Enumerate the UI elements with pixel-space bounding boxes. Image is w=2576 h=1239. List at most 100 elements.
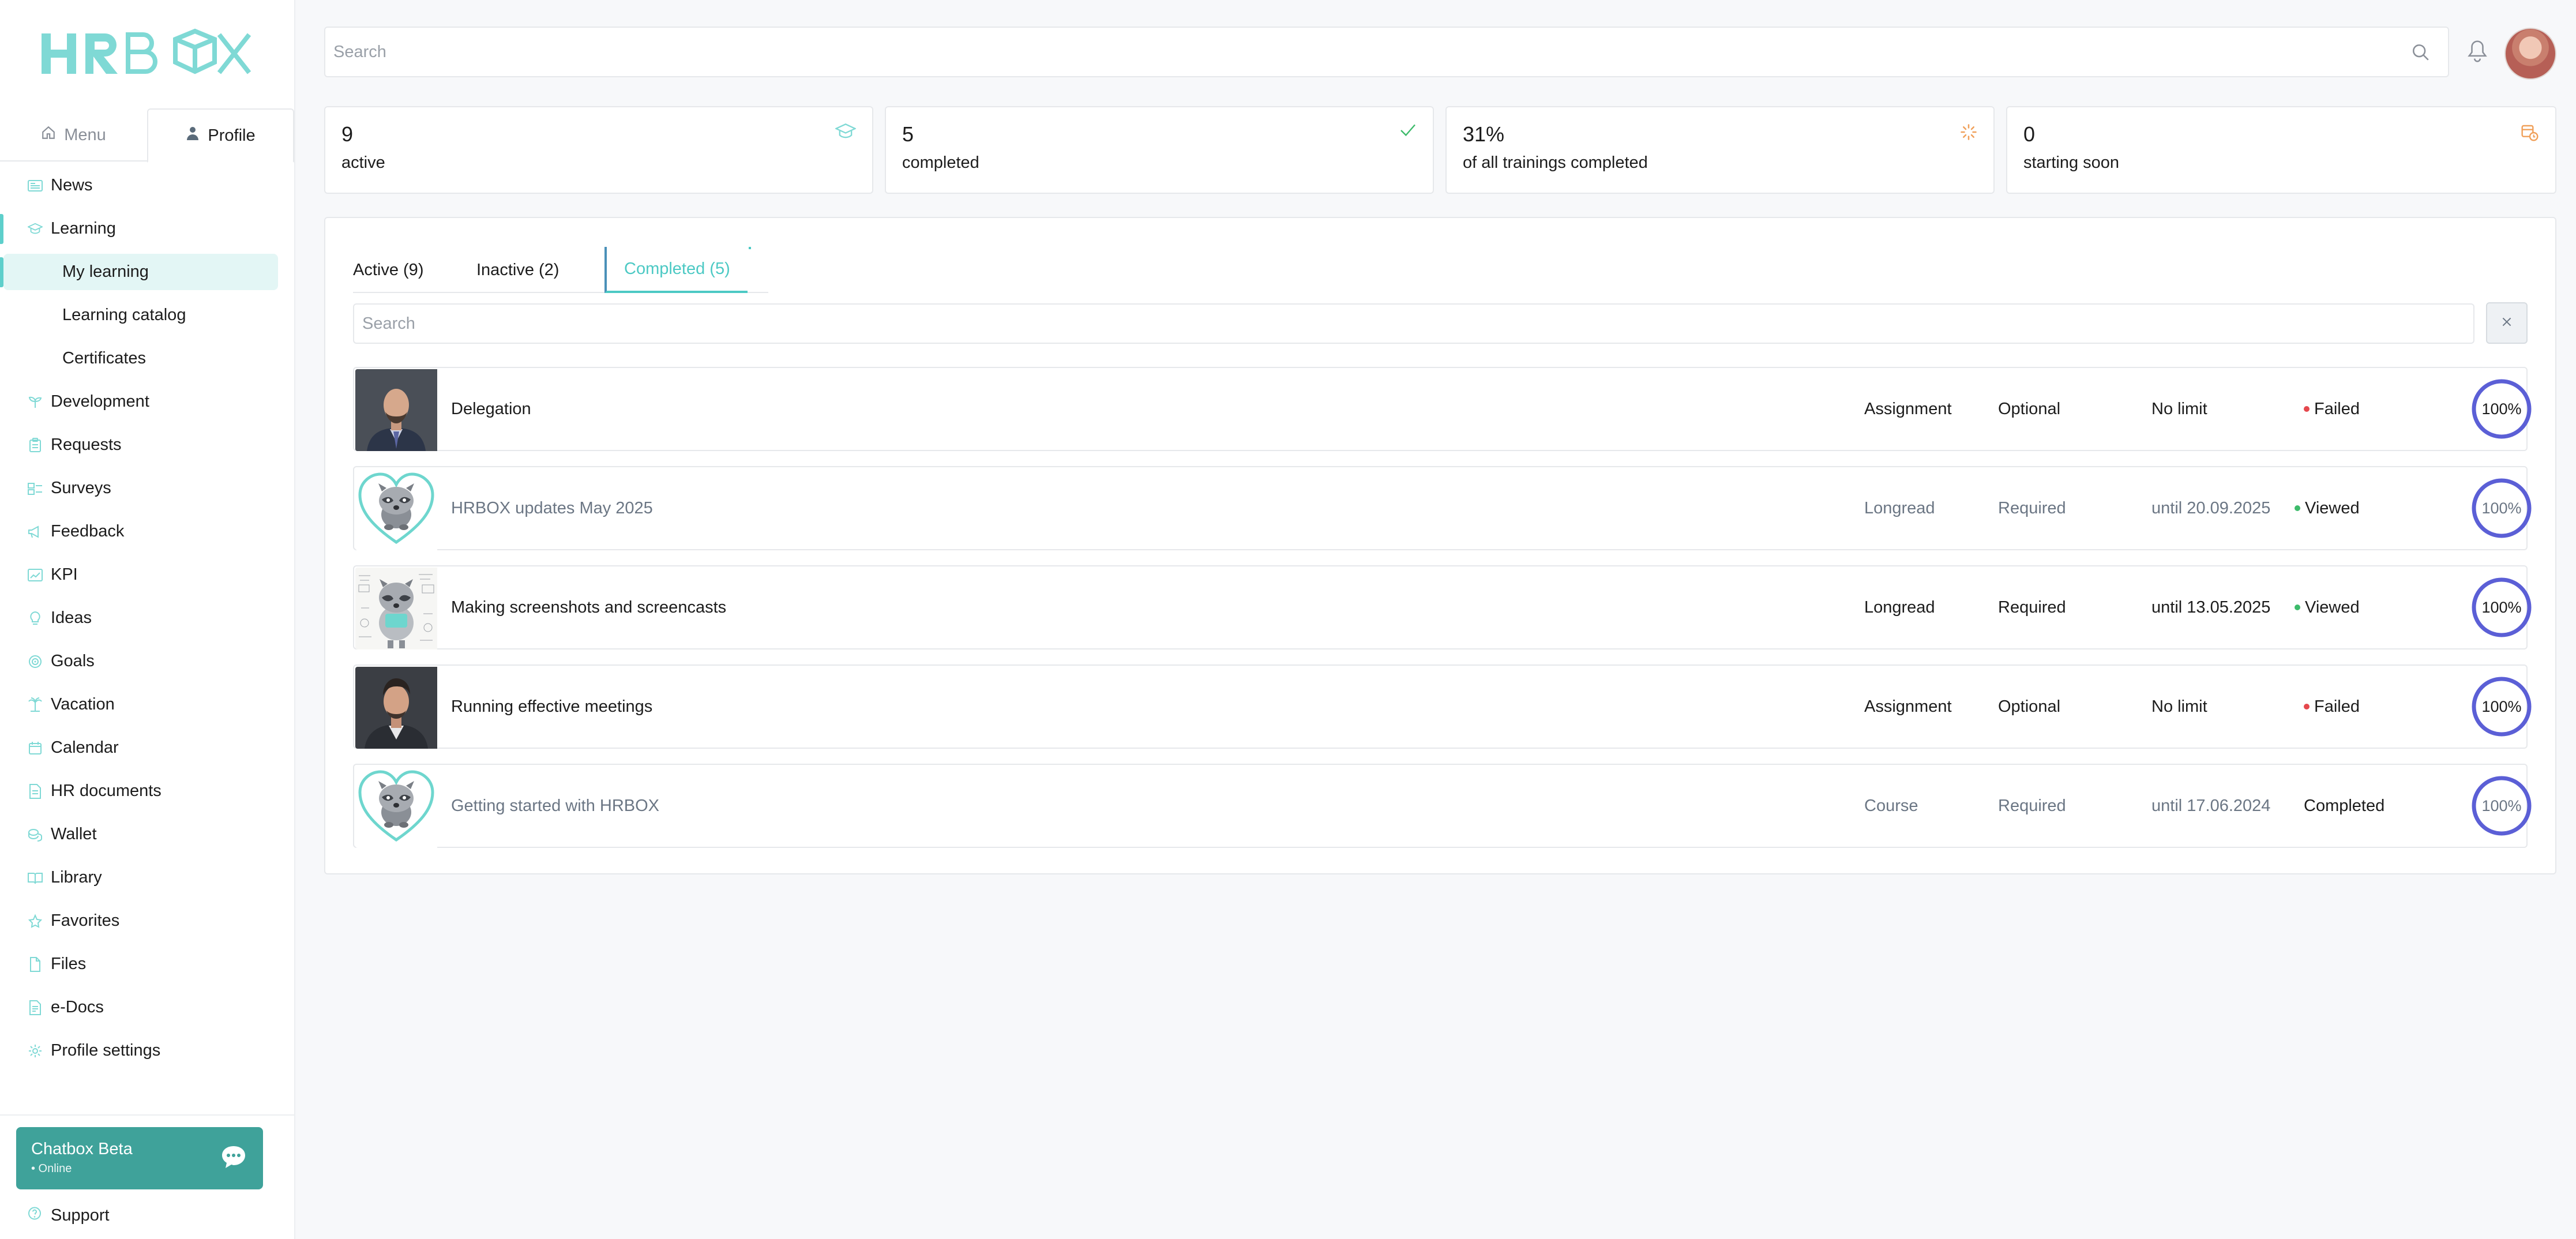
sidebar-item-development[interactable]: Development xyxy=(0,380,294,423)
sidebar-item-goals[interactable]: Goals xyxy=(0,640,294,683)
status-label: Completed xyxy=(2304,796,2385,815)
sidebar-item-hr-documents[interactable]: HR documents xyxy=(0,769,294,813)
training-thumbnail xyxy=(355,369,437,451)
graduation-cap-icon xyxy=(834,123,857,142)
progress-value: 100% xyxy=(2481,400,2522,418)
sidebar-item-label: HR documents xyxy=(51,782,162,800)
status-label: Viewed xyxy=(2305,498,2360,517)
status-dot xyxy=(2304,704,2310,709)
training-title[interactable]: Making screenshots and screencasts xyxy=(451,566,726,648)
training-due: until 20.09.2025 xyxy=(2151,498,2271,517)
spinner-icon xyxy=(1960,123,1977,144)
sidebar-nav: News Learning My learning Learning catal… xyxy=(0,164,294,1072)
stat-card-active: 9 active xyxy=(324,106,873,194)
status-label: Failed xyxy=(2314,697,2360,716)
sidebar-item-label: Library xyxy=(51,868,102,887)
sidebar-item-favorites[interactable]: Favorites xyxy=(0,899,294,943)
sidebar-item-label: Surveys xyxy=(51,479,111,497)
training-thumbnail xyxy=(355,568,437,649)
hrbox-logo[interactable] xyxy=(42,25,254,78)
learning-tabs: Active (9) Inactive (2) Completed (5) xyxy=(353,247,768,293)
sidebar-item-profile-settings[interactable]: Profile settings xyxy=(0,1029,294,1072)
file-icon xyxy=(28,956,43,972)
sidebar-item-label: Requests xyxy=(51,435,122,454)
star-icon xyxy=(28,914,43,929)
sidebar-item-ideas[interactable]: Ideas xyxy=(0,596,294,640)
sidebar-divider xyxy=(0,1114,294,1116)
training-title[interactable]: Delegation xyxy=(451,368,531,450)
sidebar-item-learning-catalog[interactable]: Learning catalog xyxy=(0,294,294,337)
clipboard-icon xyxy=(28,437,43,453)
sidebar-item-label: News xyxy=(51,176,93,194)
document-icon xyxy=(28,783,43,799)
training-type: Longread xyxy=(1864,598,1935,617)
status-label: Failed xyxy=(2314,399,2360,418)
search-icon[interactable] xyxy=(2411,43,2431,65)
close-icon xyxy=(2500,316,2513,331)
person-icon xyxy=(186,126,200,145)
sidebar-item-news[interactable]: News xyxy=(0,164,294,207)
training-title[interactable]: Getting started with HRBOX xyxy=(451,765,659,847)
sidebar-item-label: Ideas xyxy=(51,609,92,627)
training-row[interactable]: Getting started with HRBOX Course Requir… xyxy=(353,764,2532,848)
sidebar-item-surveys[interactable]: Surveys xyxy=(0,467,294,510)
stat-label: of all trainings completed xyxy=(1463,153,1648,172)
sidebar-item-library[interactable]: Library xyxy=(0,856,294,899)
sidebar-item-wallet[interactable]: Wallet xyxy=(0,813,294,856)
sidebar-item-feedback[interactable]: Feedback xyxy=(0,510,294,553)
sidebar-item-calendar[interactable]: Calendar xyxy=(0,726,294,769)
sidebar-item-label: Profile settings xyxy=(51,1041,161,1060)
global-search-input[interactable] xyxy=(333,42,2387,62)
sidebar-item-label: Vacation xyxy=(51,695,115,714)
training-row[interactable]: Delegation Assignment Optional No limit … xyxy=(353,367,2532,451)
tab-profile-label: Profile xyxy=(208,126,256,145)
chatbox-button[interactable]: Chatbox Beta • Online xyxy=(16,1127,263,1189)
stat-value: 5 xyxy=(902,122,914,146)
sidebar-item-certificates[interactable]: Certificates xyxy=(0,337,294,380)
user-avatar[interactable] xyxy=(2504,28,2556,80)
tab-menu[interactable]: Menu xyxy=(0,108,147,162)
tab-inactive[interactable]: Inactive (2) xyxy=(476,247,559,293)
sidebar-item-label: Learning xyxy=(51,219,116,238)
training-status: Completed xyxy=(2304,765,2385,847)
sidebar-item-learning[interactable]: Learning xyxy=(0,207,294,250)
sidebar-item-kpi[interactable]: KPI xyxy=(0,553,294,596)
sidebar-item-vacation[interactable]: Vacation xyxy=(0,683,294,726)
sidebar-item-my-learning[interactable]: My learning xyxy=(0,250,294,294)
tab-completed[interactable]: Completed (5) xyxy=(604,247,751,293)
training-row[interactable]: Running effective meetings Assignment Op… xyxy=(353,664,2532,749)
progress-ring: 100% xyxy=(2471,676,2532,737)
status-dot xyxy=(2295,605,2300,610)
sidebar-item-files[interactable]: Files xyxy=(0,943,294,986)
clear-search-button[interactable] xyxy=(2486,302,2528,344)
progress-ring: 100% xyxy=(2471,478,2532,539)
survey-icon xyxy=(28,481,43,496)
bell-icon[interactable] xyxy=(2466,39,2488,66)
training-type: Course xyxy=(1864,796,1918,815)
training-status: Viewed xyxy=(2295,467,2360,549)
learning-search-input[interactable] xyxy=(362,314,2462,333)
training-title[interactable]: Running effective meetings xyxy=(451,666,652,748)
newspaper-icon xyxy=(28,178,43,193)
sidebar-item-e-docs[interactable]: e-Docs xyxy=(0,986,294,1029)
sidebar-item-requests[interactable]: Requests xyxy=(0,423,294,467)
chat-bubble-icon xyxy=(220,1144,247,1173)
tab-active[interactable]: Active (9) xyxy=(353,247,423,293)
book-icon xyxy=(28,870,43,885)
stat-value: 9 xyxy=(341,122,354,146)
tab-profile[interactable]: Profile xyxy=(147,108,294,163)
calendar-icon xyxy=(28,741,43,756)
global-search xyxy=(324,27,2449,77)
learning-search xyxy=(353,303,2474,344)
sidebar-item-label: Goals xyxy=(51,652,95,670)
training-type: Assignment xyxy=(1864,697,1952,716)
training-row[interactable]: HRBOX updates May 2025 Longread Required… xyxy=(353,466,2532,550)
learning-panel: Active (9) Inactive (2) Completed (5) Se… xyxy=(324,217,2556,874)
status-dot xyxy=(2304,406,2310,412)
sidebar-item-label: Development xyxy=(51,392,149,411)
sidebar-item-label: Certificates xyxy=(62,349,147,367)
training-title[interactable]: HRBOX updates May 2025 xyxy=(451,467,653,549)
training-row[interactable]: Making screenshots and screencasts Longr… xyxy=(353,565,2532,649)
training-thumbnail xyxy=(355,667,437,749)
sidebar-item-support[interactable]: Support xyxy=(0,1195,294,1236)
